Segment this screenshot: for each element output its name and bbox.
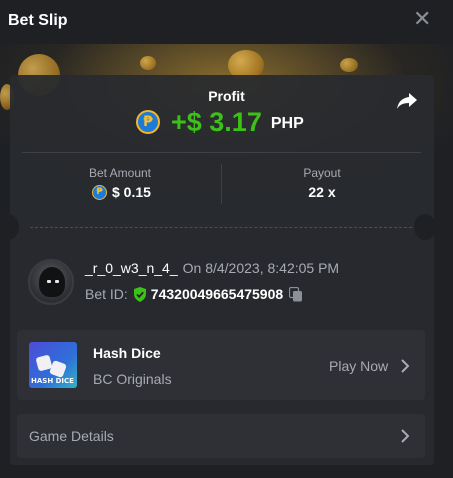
verified-shield-icon: [133, 286, 146, 302]
payout-value: 22 x: [308, 184, 336, 200]
decor-coin: [340, 58, 358, 72]
game-name: Hash Dice: [93, 345, 161, 361]
copy-icon[interactable]: [289, 286, 303, 302]
bet-amount-value: ₱ $ 0.15: [92, 184, 151, 200]
profit-label: Profit: [208, 88, 245, 104]
avatar-eye: [55, 280, 59, 283]
share-icon[interactable]: [396, 92, 418, 110]
thumbnail-tag: HASH DICE: [31, 377, 74, 385]
php-coin-icon: ₱: [136, 110, 160, 134]
game-details-label: Game Details: [29, 428, 114, 444]
decor-coin: [140, 56, 156, 70]
divider: [221, 164, 222, 204]
close-icon[interactable]: ✕: [413, 9, 431, 31]
username[interactable]: _r_0_w3_n_4_: [85, 260, 178, 276]
hash-dice-thumbnail: HASH DICE: [29, 342, 77, 388]
bet-amount-text: $ 0.15: [112, 184, 151, 200]
bet-id-label: Bet ID:: [85, 286, 128, 302]
dice-icon: [49, 360, 67, 378]
divider: [22, 152, 421, 153]
payout-label: Payout: [303, 166, 341, 180]
play-now-button[interactable]: Play Now: [329, 358, 388, 374]
game-provider: BC Originals: [93, 371, 172, 387]
chevron-right-icon: [401, 429, 410, 443]
profit-row: ₱ +$ 3.17 PHP: [136, 106, 304, 138]
avatar-eye: [47, 280, 51, 283]
bet-id-line: Bet ID: 74320049665475908: [85, 286, 303, 302]
dashed-separator: [30, 227, 412, 228]
bet-date: On 8/4/2023, 8:42:05 PM: [182, 260, 340, 276]
bet-id-value: 74320049665475908: [150, 286, 284, 302]
avatar-figure: [39, 267, 65, 297]
page-title: Bet Slip: [8, 12, 68, 29]
user-line: _r_0_w3_n_4_ On 8/4/2023, 8:42:05 PM: [85, 260, 339, 276]
chevron-right-icon: [401, 359, 410, 373]
bet-amount-label: Bet Amount: [88, 166, 152, 180]
header: Bet Slip ✕: [0, 0, 453, 44]
profit-value: +$ 3.17: [171, 106, 262, 137]
game-details-row[interactable]: Game Details: [17, 414, 425, 458]
game-row[interactable]: HASH DICE Hash Dice BC Originals Play No…: [17, 330, 425, 400]
ticket-notch: [414, 214, 436, 240]
php-coin-icon: ₱: [92, 184, 107, 200]
profit-currency: PHP: [270, 115, 304, 132]
avatar[interactable]: [28, 259, 74, 305]
